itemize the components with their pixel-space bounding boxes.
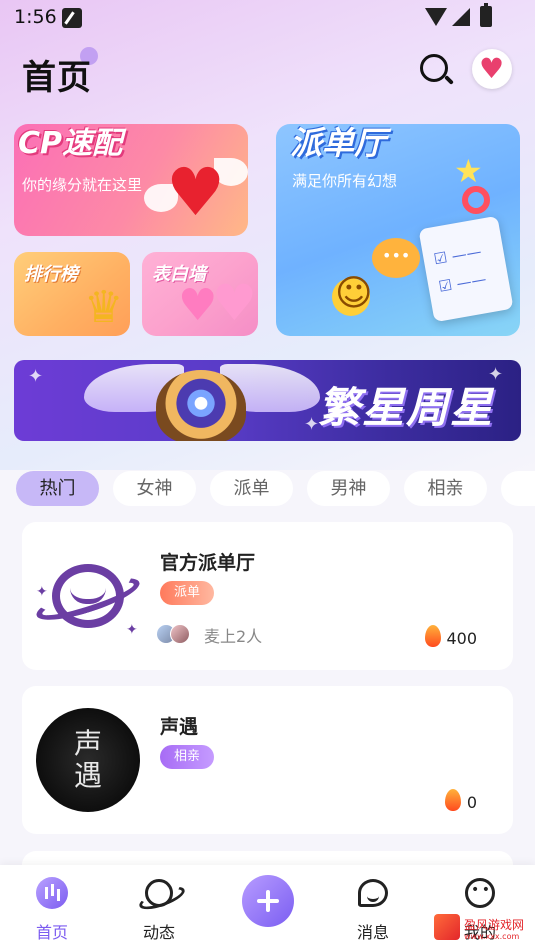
flame-icon [425, 625, 441, 647]
search-button[interactable] [418, 52, 454, 88]
status-time: 1:56 [14, 6, 57, 28]
search-icon-handle [444, 75, 454, 85]
dispatch-hall-title: 派单厅 [290, 124, 387, 162]
nav-home[interactable]: 首页 [12, 865, 92, 951]
ranking-card[interactable]: 排行榜 [14, 252, 130, 336]
heart-illustration [166, 154, 226, 231]
tab-blind-date[interactable]: 相亲 [404, 471, 487, 506]
tab-dispatch[interactable]: 派单 [210, 471, 293, 506]
tab-hot[interactable]: 热门 [16, 471, 99, 506]
profile-face-icon [465, 878, 495, 908]
avatar [170, 624, 190, 644]
room-heat: 400 [446, 629, 477, 648]
page-title: 首页 [22, 58, 92, 98]
notification-icon [62, 8, 82, 28]
mic-count: 麦上2人 [204, 627, 263, 646]
mic-user-avatars [156, 624, 196, 644]
sparkle-icon: ✦ [36, 584, 48, 600]
room-tag: 相亲 [160, 745, 215, 769]
avatar-text: 声遇 [73, 727, 102, 792]
confession-wall-card[interactable]: 表白墙 [142, 252, 258, 336]
smiley-icon [332, 273, 373, 316]
category-tabs: 热门 女神 派单 男神 相亲 [16, 471, 535, 507]
hearts-illustration [178, 274, 258, 336]
flame-icon [445, 789, 461, 811]
emblem-icon [156, 370, 246, 441]
dispatch-hall-subtitle: 满足你所有幻想 [292, 172, 398, 190]
message-icon [358, 879, 388, 907]
add-button[interactable] [242, 875, 294, 927]
chat-bubble-icon [372, 238, 420, 278]
room-card[interactable]: 声遇 声遇 相亲 0 [22, 686, 513, 834]
tab-male-god[interactable]: 男神 [307, 471, 390, 506]
nav-moments-label: 动态 [142, 923, 175, 942]
status-bar: 1:56 [0, 0, 535, 36]
dispatch-hall-card[interactable]: 派单厅 满足你所有幻想 ★ [276, 124, 520, 336]
site-watermark: 盈风游戏网 www.xxx.com [434, 912, 535, 948]
cp-match-title: CP速配 [18, 126, 123, 161]
nav-messages-label: 消息 [356, 923, 389, 942]
watermark-text: 盈风游戏网 [464, 918, 525, 932]
watermark-logo-icon [434, 914, 460, 940]
tab-goddess[interactable]: 女神 [113, 471, 196, 506]
nav-moments[interactable]: 动态 [119, 865, 199, 951]
cp-match-card[interactable]: CP速配 你的缘分就在这里 [14, 124, 248, 236]
planet-icon [145, 879, 173, 907]
room-name: 声遇 [160, 716, 199, 738]
nav-messages[interactable]: 消息 [333, 865, 413, 951]
nav-home-label: 首页 [35, 923, 68, 942]
room-tag: 派单 [160, 581, 215, 605]
crown-icon [84, 282, 128, 333]
home-chart-icon [36, 877, 68, 909]
tab-more[interactable] [501, 471, 535, 506]
sparkle-icon: ✦ [304, 414, 320, 435]
sparkle-icon: ✦ [126, 622, 138, 638]
heart-icon-button[interactable] [472, 49, 512, 89]
room-card[interactable]: ✦ ✦ 官方派单厅 派单 麦上2人 400 [22, 522, 513, 670]
room-avatar: ✦ ✦ [32, 544, 144, 648]
watermark-url: www.xxx.com [464, 932, 520, 941]
checklist-illustration [418, 215, 514, 323]
room-name: 官方派单厅 [160, 552, 256, 574]
banner-title: 繁星周星 [318, 383, 495, 432]
key-icon [462, 186, 490, 214]
signal-icon [452, 8, 470, 26]
star-icon: ★ [454, 152, 483, 190]
wifi-icon [425, 8, 447, 26]
ranking-title: 排行榜 [24, 264, 78, 285]
sparkle-icon: ✦ [28, 366, 44, 387]
room-heat: 0 [466, 793, 477, 812]
weekly-star-banner[interactable]: ✦ ✦ ✦ 繁星周星 [14, 360, 521, 441]
cp-match-subtitle: 你的缘分就在这里 [22, 176, 143, 194]
battery-icon [480, 3, 492, 27]
room-avatar: 声遇 [36, 708, 140, 812]
